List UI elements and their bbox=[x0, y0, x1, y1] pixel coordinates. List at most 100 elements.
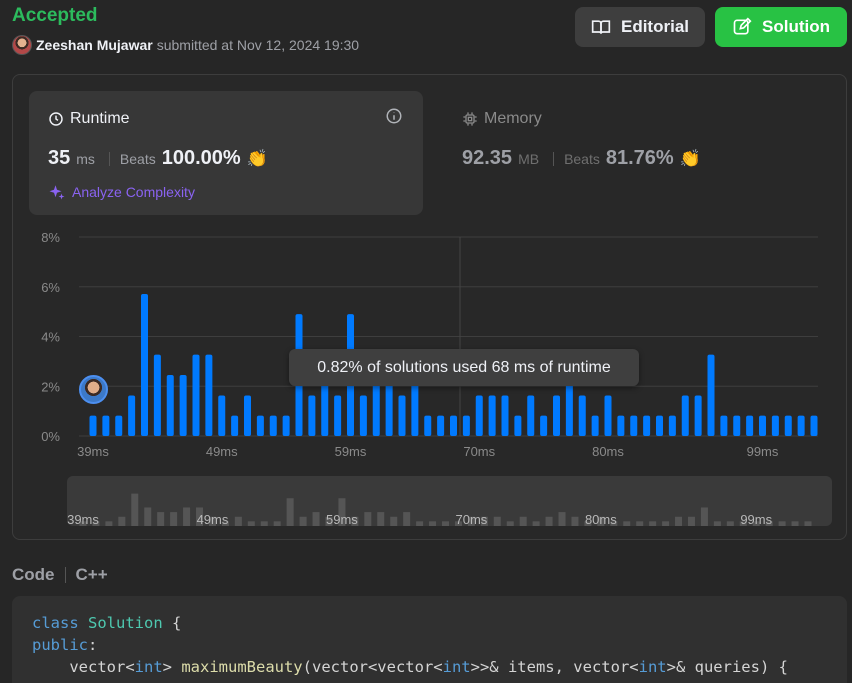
runtime-bar[interactable] bbox=[540, 415, 548, 436]
runtime-bar[interactable] bbox=[759, 415, 766, 436]
submitted-time: submitted at Nov 12, 2024 19:30 bbox=[156, 37, 360, 53]
runtime-bar[interactable] bbox=[102, 415, 110, 436]
runtime-bar[interactable] bbox=[720, 415, 728, 436]
avatar[interactable] bbox=[12, 35, 32, 55]
x-tick-label: 80ms bbox=[592, 444, 624, 459]
overview-bar bbox=[286, 498, 294, 526]
overview-bar bbox=[726, 521, 734, 526]
overview-bar bbox=[377, 512, 385, 526]
overview-bar bbox=[144, 507, 152, 526]
runtime-bar[interactable] bbox=[115, 415, 123, 436]
overview-bar bbox=[403, 512, 411, 526]
runtime-bar[interactable] bbox=[797, 415, 805, 436]
memory-card[interactable]: Memory 92.35 MB Beats 81.76% 👏 bbox=[443, 91, 837, 215]
runtime-bar[interactable] bbox=[514, 415, 522, 436]
runtime-bar[interactable] bbox=[166, 375, 174, 436]
runtime-bar[interactable] bbox=[179, 375, 187, 436]
x-tick-label: 99ms bbox=[747, 444, 779, 459]
overview-bar bbox=[131, 493, 139, 526]
runtime-card[interactable]: Runtime 35 ms Beats 100.00% 👏 Analyze Co… bbox=[29, 91, 423, 215]
runtime-bar[interactable] bbox=[153, 354, 161, 436]
runtime-bar[interactable] bbox=[553, 395, 560, 436]
runtime-bar[interactable] bbox=[771, 415, 779, 436]
runtime-bar[interactable] bbox=[746, 415, 754, 436]
runtime-bar[interactable] bbox=[141, 293, 148, 436]
runtime-bar[interactable] bbox=[591, 415, 599, 436]
analyze-complexity-link[interactable]: Analyze Complexity bbox=[48, 183, 195, 201]
overview-bar bbox=[390, 516, 398, 526]
runtime-bar[interactable] bbox=[527, 395, 535, 436]
info-icon[interactable] bbox=[385, 107, 403, 125]
runtime-bar[interactable] bbox=[89, 415, 97, 436]
submission-info: Zeeshan Mujawar submitted at Nov 12, 202… bbox=[12, 35, 359, 55]
runtime-bar[interactable] bbox=[733, 415, 741, 436]
runtime-bar[interactable] bbox=[359, 395, 367, 436]
overview-bar bbox=[675, 516, 683, 526]
runtime-bar[interactable] bbox=[244, 395, 251, 436]
x-tick-label: 70ms bbox=[463, 444, 495, 459]
overview-bar bbox=[713, 521, 721, 526]
runtime-bar[interactable] bbox=[218, 395, 226, 436]
runtime-bar[interactable] bbox=[256, 415, 264, 436]
runtime-bar[interactable] bbox=[205, 354, 213, 436]
solution-label: Solution bbox=[762, 17, 830, 36]
runtime-bar[interactable] bbox=[810, 415, 818, 436]
runtime-bar[interactable] bbox=[462, 415, 470, 436]
overview-bar bbox=[558, 512, 566, 526]
runtime-bar[interactable] bbox=[501, 395, 509, 436]
runtime-bar[interactable] bbox=[681, 395, 689, 436]
runtime-bar[interactable] bbox=[475, 395, 483, 436]
divider bbox=[64, 567, 66, 583]
runtime-bar[interactable] bbox=[643, 415, 651, 436]
overview-bar bbox=[416, 521, 424, 526]
runtime-unit: ms bbox=[76, 151, 95, 167]
overview-bar bbox=[662, 521, 670, 526]
runtime-bar[interactable] bbox=[578, 395, 586, 436]
chart-overview-scrollbar[interactable]: 39ms 49ms 59ms 70ms 80ms 99ms bbox=[67, 476, 832, 526]
code-block[interactable]: class Solution {public: vector<int> maxi… bbox=[12, 596, 847, 683]
runtime-bar[interactable] bbox=[784, 415, 792, 436]
overview-bar bbox=[260, 521, 268, 526]
y-tick-label: 8% bbox=[41, 230, 60, 245]
runtime-bar[interactable] bbox=[694, 395, 702, 436]
clock-icon bbox=[49, 112, 63, 126]
runtime-bar[interactable] bbox=[450, 415, 457, 436]
divider bbox=[553, 151, 555, 166]
solution-button[interactable]: Solution bbox=[715, 7, 847, 47]
runtime-bar[interactable] bbox=[231, 415, 239, 436]
runtime-bar[interactable] bbox=[334, 395, 342, 436]
runtime-bar[interactable] bbox=[604, 395, 612, 436]
runtime-bar[interactable] bbox=[437, 415, 445, 436]
runtime-bar[interactable] bbox=[630, 415, 638, 436]
overview-bar bbox=[429, 521, 437, 526]
user-position-avatar[interactable] bbox=[79, 375, 108, 404]
book-icon bbox=[591, 20, 611, 34]
runtime-bar[interactable] bbox=[424, 415, 432, 436]
editorial-button[interactable]: Editorial bbox=[575, 7, 705, 47]
runtime-bar[interactable] bbox=[617, 415, 625, 436]
runtime-bar[interactable] bbox=[308, 395, 316, 436]
overview-bar bbox=[442, 521, 449, 526]
overview-bar bbox=[623, 521, 631, 526]
runtime-value: 35 bbox=[48, 147, 71, 169]
runtime-bar[interactable] bbox=[668, 415, 676, 436]
runtime-bar[interactable] bbox=[269, 415, 277, 436]
runtime-bar[interactable] bbox=[656, 415, 663, 436]
runtime-title-text: Runtime bbox=[70, 110, 130, 127]
overview-tick-label: 80ms bbox=[585, 512, 617, 526]
clap-icon: 👏 bbox=[246, 149, 268, 168]
runtime-bar[interactable] bbox=[398, 395, 406, 436]
runtime-bar[interactable] bbox=[128, 395, 136, 436]
runtime-bar[interactable] bbox=[282, 415, 290, 436]
username-link[interactable]: Zeeshan Mujawar bbox=[36, 37, 153, 53]
overview-bar bbox=[299, 516, 307, 526]
runtime-bar[interactable] bbox=[707, 354, 715, 436]
code-header: Code C++ bbox=[12, 565, 108, 585]
x-tick-label: 49ms bbox=[206, 444, 238, 459]
sparkle-icon bbox=[49, 185, 65, 200]
y-tick-label: 2% bbox=[41, 379, 60, 394]
code-label: Code bbox=[12, 565, 55, 584]
code-line: public: bbox=[32, 636, 98, 654]
runtime-bar[interactable] bbox=[192, 354, 200, 436]
runtime-bar[interactable] bbox=[488, 395, 496, 436]
